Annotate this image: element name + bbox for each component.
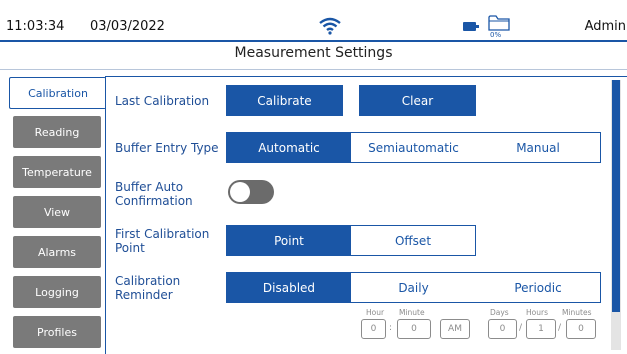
- storage-percent: 0%: [490, 31, 502, 39]
- first-calibration-point-label-line1: First Calibration: [115, 227, 210, 241]
- ampm-field[interactable]: AM: [440, 319, 470, 339]
- calibration-reminder-selector: Disabled Daily Periodic: [226, 272, 601, 303]
- title-divider: [0, 69, 627, 70]
- calibration-reminder-label-line2: Reminder: [115, 288, 173, 302]
- tab-reading[interactable]: Reading: [13, 116, 101, 148]
- battery-icon: [463, 22, 479, 31]
- hour-label: Hour: [366, 308, 385, 317]
- hours-field[interactable]: 1: [526, 319, 556, 339]
- tab-temperature[interactable]: Temperature: [13, 156, 101, 188]
- clock-time: 11:03:34: [6, 19, 65, 34]
- first-point-option[interactable]: Point: [227, 226, 351, 255]
- wifi-icon: [319, 17, 341, 35]
- first-calibration-point-label-line2: Point: [115, 241, 145, 255]
- tab-alarms[interactable]: Alarms: [13, 236, 101, 268]
- minute-label: Minute: [399, 308, 425, 317]
- reminder-periodic-option[interactable]: Periodic: [476, 273, 600, 302]
- user-name[interactable]: Admin: [585, 19, 626, 34]
- buffer-auto-confirmation-label-line2: Confirmation: [115, 194, 193, 208]
- tab-profiles[interactable]: Profiles: [13, 316, 101, 348]
- clear-button[interactable]: Clear: [359, 85, 476, 116]
- minutes-field[interactable]: 0: [566, 319, 596, 339]
- last-calibration-label: Last Calibration: [115, 94, 210, 108]
- days-label: Days: [490, 308, 509, 317]
- buffer-entry-manual[interactable]: Manual: [476, 133, 600, 162]
- first-calibration-point-label: First Calibration Point: [115, 227, 209, 255]
- calibrate-button[interactable]: Calibrate: [226, 85, 343, 116]
- page-title: Measurement Settings: [234, 45, 393, 61]
- time-separator: :: [389, 323, 393, 333]
- days-field[interactable]: 0: [488, 319, 517, 339]
- calibration-reminder-label-line1: Calibration: [115, 274, 181, 288]
- buffer-entry-type-selector: Automatic Semiautomatic Manual: [226, 132, 601, 163]
- scrollbar-thumb[interactable]: [612, 80, 620, 312]
- buffer-auto-confirmation-toggle[interactable]: [228, 180, 274, 204]
- reminder-disabled-option[interactable]: Disabled: [227, 273, 351, 302]
- first-calibration-point-selector: Point Offset: [226, 225, 476, 256]
- settings-tabs: Calibration Reading Temperature View Ala…: [0, 76, 106, 354]
- folder-icon[interactable]: [488, 14, 510, 32]
- toggle-knob: [230, 182, 250, 202]
- buffer-auto-confirmation-label-line1: Buffer Auto: [115, 180, 184, 194]
- tab-calibration[interactable]: Calibration: [9, 77, 106, 109]
- calibration-reminder-label: Calibration Reminder: [115, 274, 180, 302]
- status-bar: 11:03:34 03/03/2022 0% Admin: [0, 0, 627, 42]
- buffer-entry-type-label: Buffer Entry Type: [115, 141, 219, 155]
- tab-logging[interactable]: Logging: [13, 276, 101, 308]
- hours-label: Hours: [526, 308, 548, 317]
- first-offset-option[interactable]: Offset: [351, 226, 475, 255]
- buffer-auto-confirmation-label: Buffer Auto Confirmation: [115, 180, 193, 208]
- date-separator-2: /: [558, 323, 562, 333]
- buffer-entry-automatic[interactable]: Automatic: [227, 133, 351, 162]
- minute-field[interactable]: 0: [397, 319, 431, 339]
- minutes-label: Minutes: [562, 308, 592, 317]
- buffer-entry-semiautomatic[interactable]: Semiautomatic: [351, 133, 476, 162]
- tab-view[interactable]: View: [13, 196, 101, 228]
- date-separator-1: /: [519, 323, 523, 333]
- clock-date: 03/03/2022: [90, 19, 165, 34]
- hour-field[interactable]: 0: [361, 319, 386, 339]
- reminder-daily-option[interactable]: Daily: [351, 273, 476, 302]
